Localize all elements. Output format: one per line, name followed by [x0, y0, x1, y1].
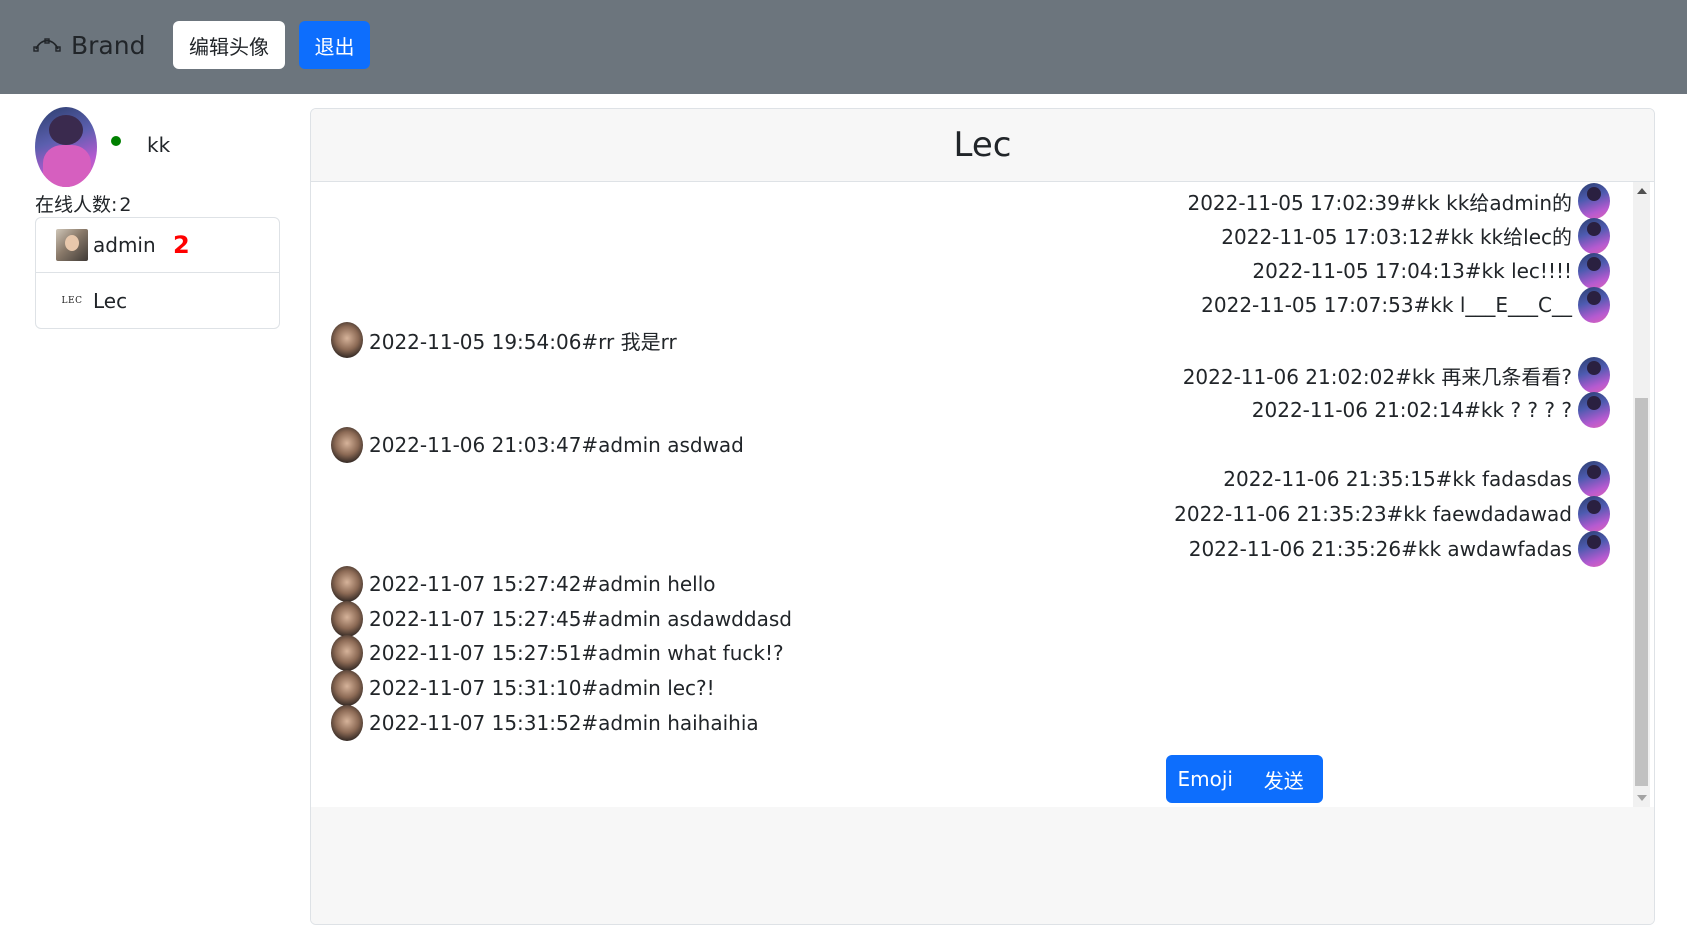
- online-count-value: 2: [119, 194, 132, 216]
- chat-message: 2022-11-06 21:02:14#kk ? ? ? ?: [1251, 391, 1610, 428]
- online-count: 在线人数: 2: [35, 190, 132, 217]
- message-text: 2022-11-05 17:02:39#kk kk给admin的: [1187, 190, 1572, 215]
- user-item-lec[interactable]: LEC Lec: [36, 273, 279, 328]
- message-scrollbar[interactable]: [1633, 182, 1650, 807]
- chat-message: 2022-11-06 21:02:02#kk 再来几条看看?: [1183, 357, 1610, 393]
- message-avatar: [1578, 496, 1610, 533]
- message-avatar: [1578, 252, 1610, 289]
- message-avatar: [1578, 531, 1610, 567]
- bezier-curve-icon: [33, 38, 61, 52]
- message-text: 2022-11-07 15:31:10#admin lec?!: [369, 676, 715, 701]
- message-avatar: [331, 565, 363, 602]
- chat-message: 2022-11-05 17:02:39#kk kk给admin的: [1187, 183, 1610, 219]
- message-list[interactable]: 2022-11-05 17:02:39#kk kk给admin的 2022-11-…: [311, 182, 1654, 807]
- chat-message: 2022-11-06 21:35:26#kk awdawfadas: [1189, 531, 1610, 567]
- chat-message: 2022-11-05 17:07:53#kk l___E___C__: [1201, 287, 1610, 324]
- send-button[interactable]: 发送: [1245, 755, 1324, 803]
- message-text: 2022-11-05 17:03:12#kk kk给lec的: [1221, 225, 1572, 250]
- chat-panel: Lec 2022-11-05 17:02:39#kk kk给admin的 2022…: [310, 108, 1655, 925]
- user-name: Lec: [93, 288, 128, 313]
- emoji-button[interactable]: Emoji: [1166, 755, 1245, 803]
- message-avatar: [331, 705, 363, 741]
- message-text: 2022-11-06 21:02:14#kk ? ? ? ?: [1251, 397, 1572, 422]
- chat-message: 2022-11-07 15:27:42#admin hello: [331, 565, 716, 602]
- chat-message: 2022-11-07 15:27:45#admin asdawddasd: [331, 600, 792, 637]
- chat-message: 2022-11-06 21:35:15#kk fadasdas: [1223, 461, 1610, 498]
- chat-title: Lec: [311, 109, 1654, 182]
- message-avatar: [1578, 357, 1610, 393]
- chat-message: 2022-11-07 15:27:51#admin what fuck!?: [331, 635, 784, 672]
- scroll-up-arrow-icon[interactable]: [1637, 188, 1647, 194]
- my-username: kk: [147, 133, 171, 157]
- chat-action-buttons: Emoji 发送: [1166, 755, 1323, 803]
- user-item-admin[interactable]: admin 2: [36, 218, 279, 273]
- message-avatar: [331, 670, 363, 707]
- message-text: 2022-11-06 21:35:15#kk fadasdas: [1223, 467, 1572, 492]
- message-input-area[interactable]: [311, 807, 1654, 924]
- message-avatar: [331, 426, 363, 463]
- message-text: 2022-11-05 17:07:53#kk l___E___C__: [1201, 293, 1572, 318]
- unread-count-badge: 2: [173, 231, 190, 259]
- message-text: 2022-11-05 17:04:13#kk lec!!!!: [1252, 258, 1572, 283]
- user-avatar: [56, 229, 88, 261]
- user-name: admin: [93, 233, 156, 257]
- message-avatar: [331, 600, 363, 637]
- message-text: 2022-11-07 15:27:45#admin asdawddasd: [369, 606, 792, 631]
- message-text: 2022-11-05 19:54:06#rr 我是rr: [369, 329, 677, 354]
- top-navbar: Brand 编辑头像 退出: [0, 0, 1687, 94]
- online-status-dot: [111, 136, 121, 146]
- message-text: 2022-11-07 15:27:51#admin what fuck!?: [369, 641, 784, 666]
- message-text: 2022-11-07 15:27:42#admin hello: [369, 571, 716, 596]
- chat-message: 2022-11-05 17:04:13#kk lec!!!!: [1252, 252, 1610, 289]
- message-text: 2022-11-06 21:03:47#admin asdwad: [369, 432, 744, 457]
- message-text: 2022-11-06 21:35:23#kk faewdadawad: [1174, 502, 1572, 527]
- message-avatar: [331, 322, 363, 359]
- message-text: 2022-11-06 21:02:02#kk 再来几条看看?: [1182, 364, 1572, 389]
- brand-text: Brand: [71, 30, 146, 60]
- chat-message: 2022-11-05 19:54:06#rr 我是rr: [331, 322, 677, 359]
- edit-avatar-button[interactable]: 编辑头像: [173, 21, 285, 69]
- chat-message: 2022-11-07 15:31:52#admin haihaihia: [331, 705, 759, 741]
- chat-message: 2022-11-07 15:31:10#admin lec?!: [331, 670, 715, 707]
- chat-message: 2022-11-06 21:35:23#kk faewdadawad: [1174, 496, 1610, 533]
- brand-link[interactable]: Brand: [33, 28, 145, 62]
- user-list: admin 2 LEC Lec: [35, 217, 280, 329]
- chat-message: 2022-11-06 21:03:47#admin asdwad: [331, 426, 744, 463]
- user-avatar: LEC: [61, 295, 83, 306]
- message-avatar: [331, 635, 363, 672]
- logout-button[interactable]: 退出: [299, 21, 370, 69]
- scroll-down-arrow-icon[interactable]: [1637, 795, 1647, 801]
- message-avatar: [1578, 391, 1610, 428]
- message-text: 2022-11-06 21:35:26#kk awdawfadas: [1188, 537, 1572, 561]
- scroll-thumb[interactable]: [1635, 398, 1648, 786]
- message-avatar: [1578, 217, 1610, 254]
- message-avatar: [1578, 287, 1610, 324]
- message-avatar: [1578, 183, 1610, 219]
- my-avatar[interactable]: [35, 107, 97, 187]
- chat-message: 2022-11-05 17:03:12#kk kk给lec的: [1221, 217, 1610, 254]
- message-avatar: [1578, 461, 1610, 498]
- online-count-label: 在线人数:: [35, 194, 118, 216]
- message-text: 2022-11-07 15:31:52#admin haihaihia: [369, 711, 759, 735]
